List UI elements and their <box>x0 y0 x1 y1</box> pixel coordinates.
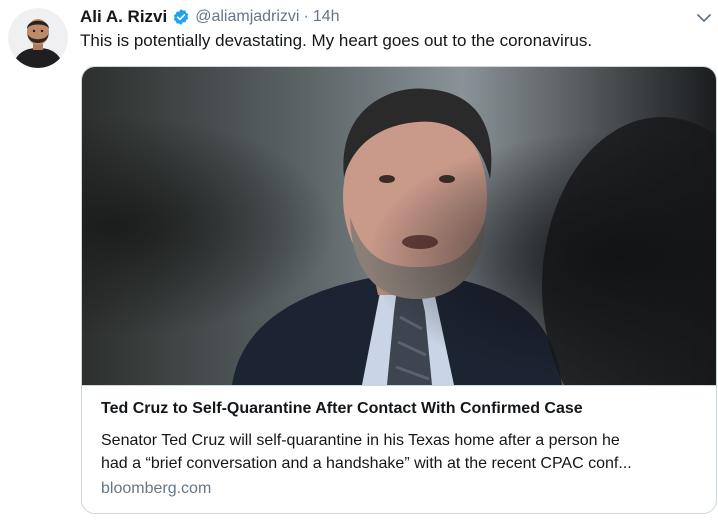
verified-badge-icon <box>172 8 190 26</box>
separator-dot: · <box>303 8 309 25</box>
tweet-text: This is potentially devastating. My hear… <box>80 31 593 50</box>
card-domain[interactable]: bloomberg.com <box>101 480 211 498</box>
card-description-line: Senator Ted Cruz will self-quarantine in… <box>101 432 620 449</box>
chevron-down-icon[interactable] <box>694 8 714 28</box>
tweet[interactable]: Ali A. Rizvi @aliamjadrizvi · 14h This i… <box>0 0 718 525</box>
card-title[interactable]: Ted Cruz to Self-Quarantine After Contac… <box>101 400 583 418</box>
link-card[interactable]: Ted Cruz to Self-Quarantine After Contac… <box>81 66 717 514</box>
avatar[interactable] <box>8 8 68 68</box>
author-handle[interactable]: @aliamjadrizvi <box>195 8 299 26</box>
news-photo <box>82 67 716 385</box>
card-image[interactable] <box>82 67 716 386</box>
avatar-image <box>8 8 68 68</box>
card-description: Senator Ted Cruz will self-quarantine in… <box>101 429 701 475</box>
card-body[interactable]: Ted Cruz to Self-Quarantine After Contac… <box>82 386 716 513</box>
tweet-timestamp[interactable]: 14h <box>313 8 340 26</box>
author-name[interactable]: Ali A. Rizvi <box>80 7 167 27</box>
card-description-line: had a “brief conversation and a handshak… <box>101 455 632 472</box>
tweet-header: Ali A. Rizvi @aliamjadrizvi · 14h <box>80 5 340 29</box>
